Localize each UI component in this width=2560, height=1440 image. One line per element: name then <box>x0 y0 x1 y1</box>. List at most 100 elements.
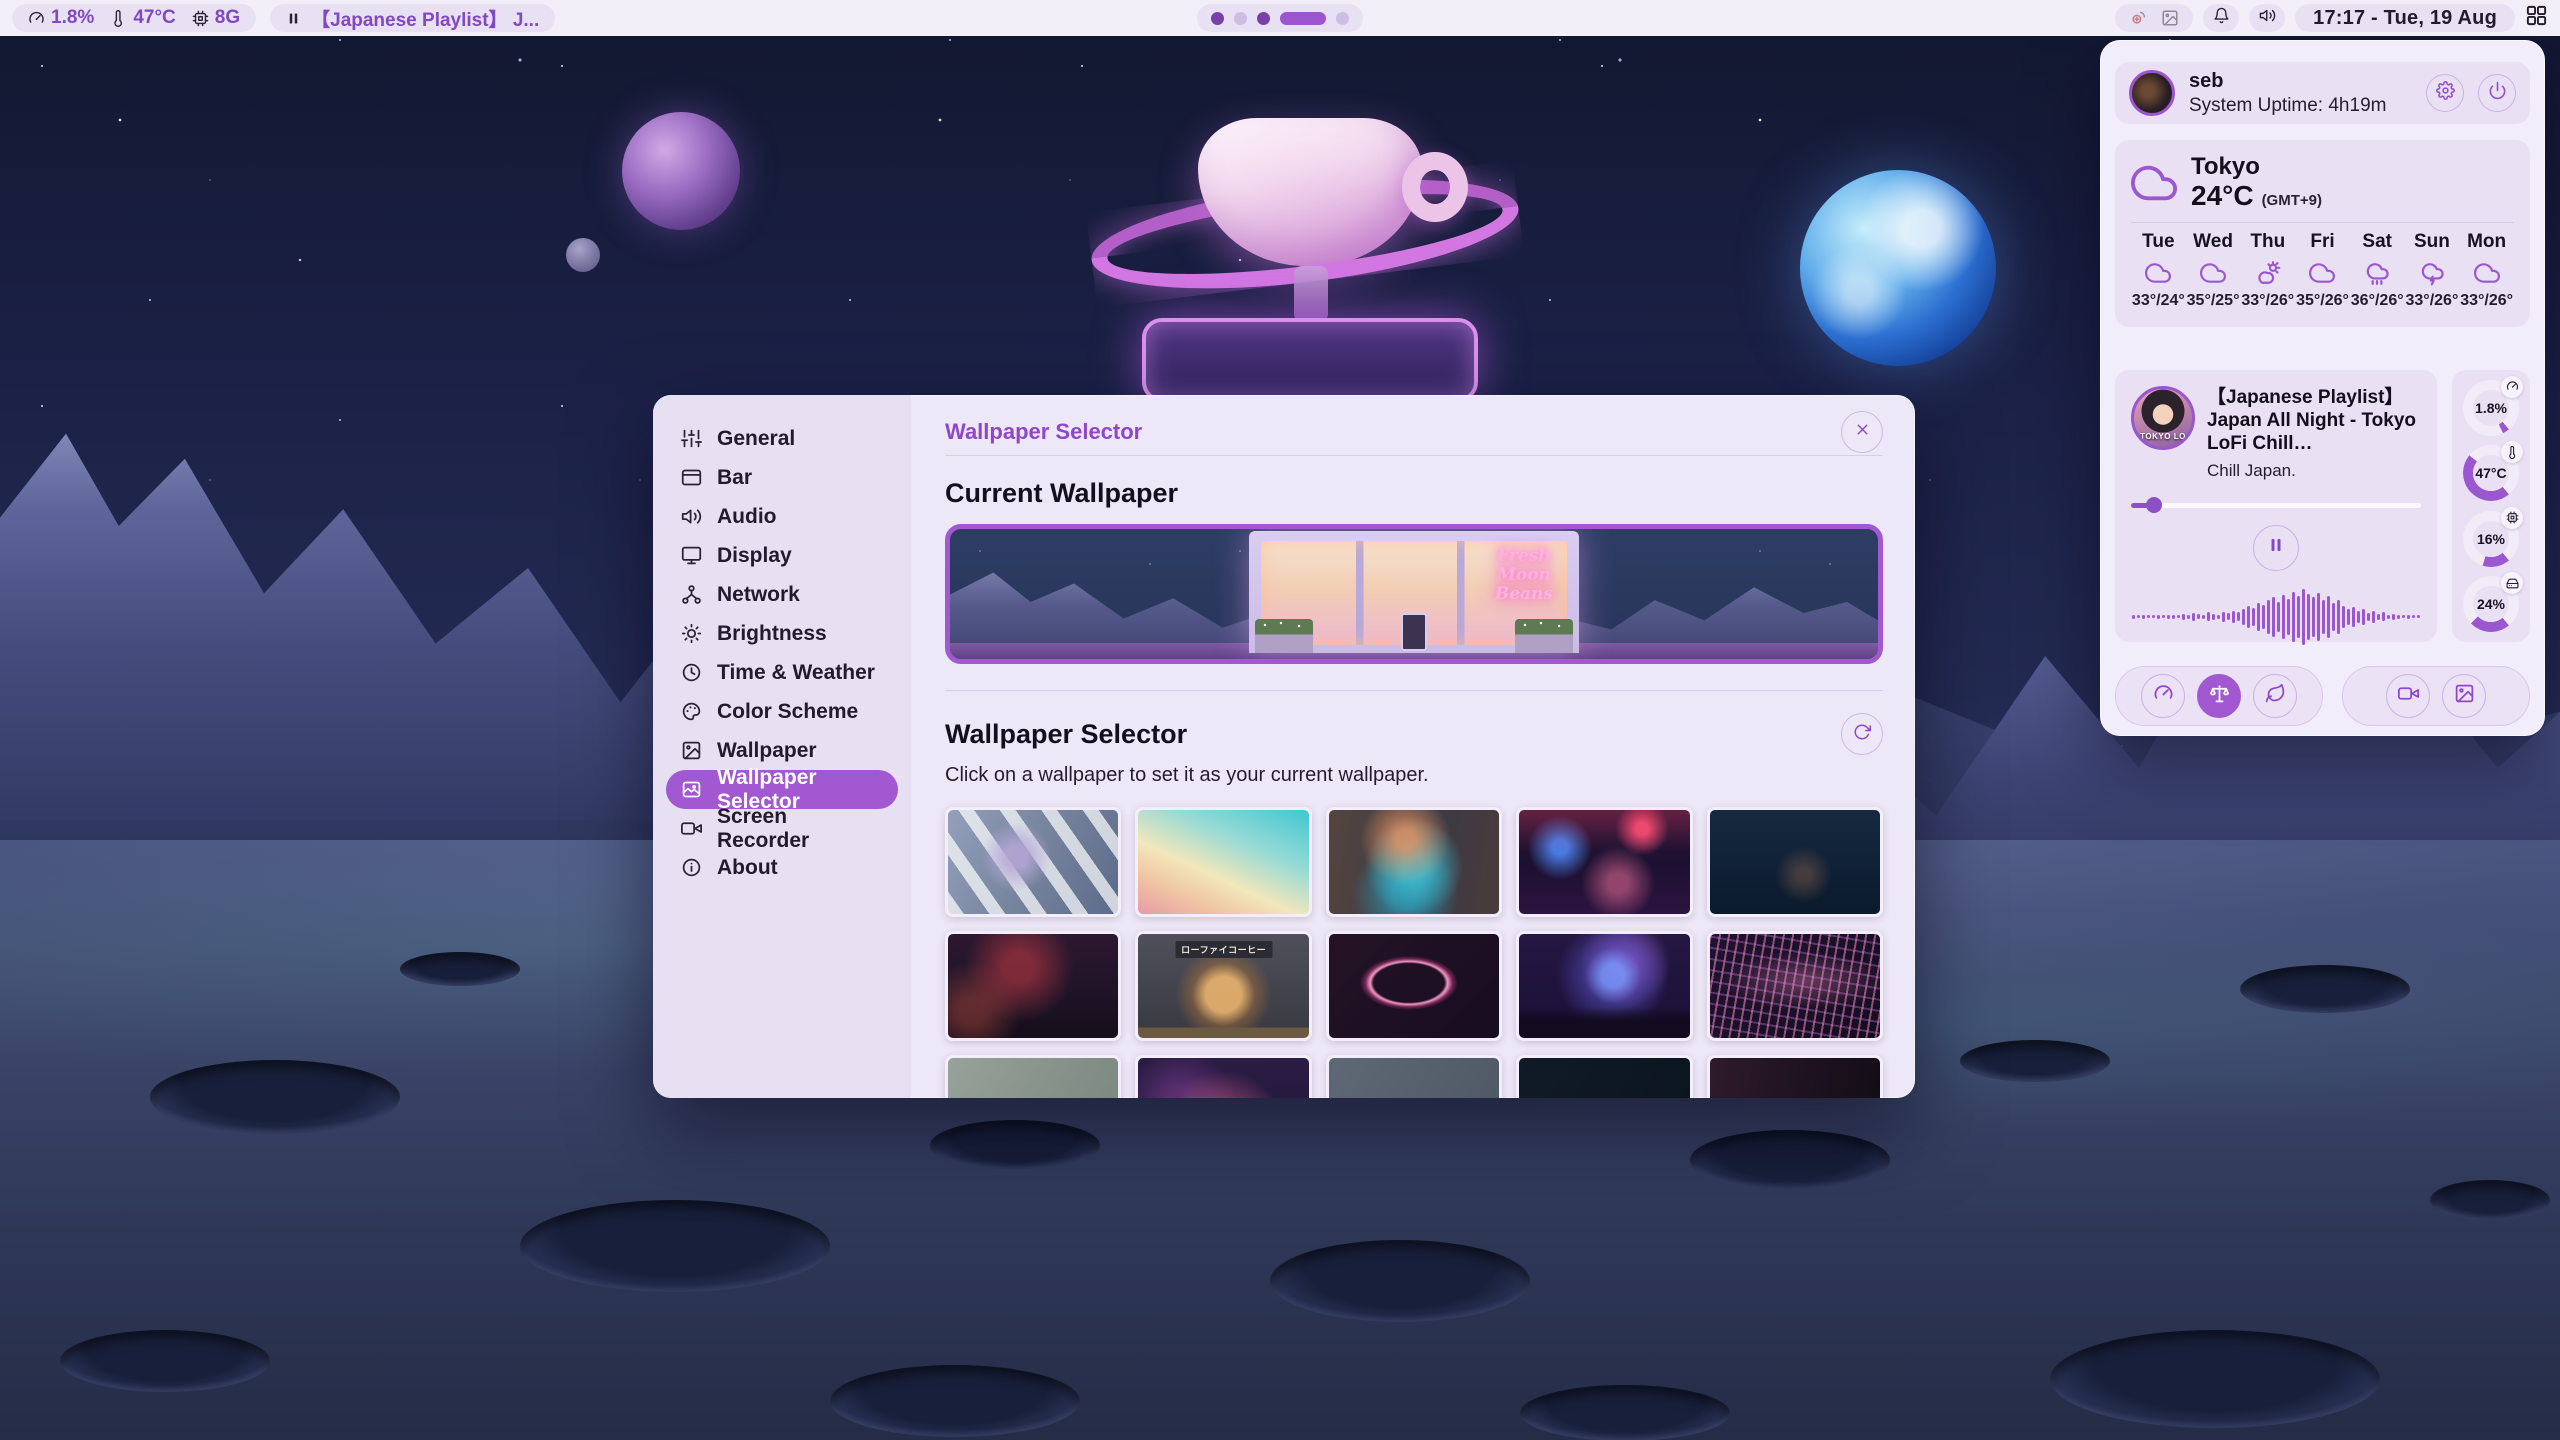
speaker-icon <box>2259 7 2276 29</box>
brightness-icon <box>681 623 702 644</box>
system-tray[interactable] <box>2115 4 2193 32</box>
gauge-icon <box>28 10 45 27</box>
sidebar-item-wallpaper-selector[interactable]: Wallpaper Selector <box>666 770 898 809</box>
balanced-button[interactable] <box>2197 674 2241 718</box>
wallpaper-thumb-neon-arcade[interactable] <box>1516 807 1692 917</box>
sidebar-item-time-weather[interactable]: Time & Weather <box>666 653 898 692</box>
clock-icon <box>681 662 702 683</box>
image-icon <box>681 740 702 761</box>
gauge-icon <box>2501 376 2523 398</box>
cpu-icon <box>192 10 209 27</box>
top-bar: 1.8%47°C8G 【Japanese Playlist】 J... 17:1… <box>0 0 2560 36</box>
pause-button[interactable] <box>2253 525 2299 571</box>
tray-app-icon[interactable] <box>2129 9 2147 27</box>
wallpaper-thumb-crimson-forest[interactable] <box>945 931 1121 1041</box>
weather-timezone: (GMT+9) <box>2262 192 2322 209</box>
sliders-icon <box>681 428 702 449</box>
settings-button[interactable] <box>2426 74 2464 112</box>
dashboard-panel: seb System Uptime: 4h19m Tokyo 24°C (GMT… <box>2100 40 2545 736</box>
desktop: 1.8%47°C8G 【Japanese Playlist】 J... 17:1… <box>0 0 2560 1440</box>
sidebar-item-wallpaper[interactable]: Wallpaper <box>666 731 898 770</box>
screen-record-button[interactable] <box>2386 674 2430 718</box>
sidebar-item-brightness[interactable]: Brightness <box>666 614 898 653</box>
info-icon <box>681 857 702 878</box>
weather-card: Tokyo 24°C (GMT+9) Tue33°/24°Wed35°/25°T… <box>2115 140 2530 327</box>
settings-sidebar: GeneralBarAudioDisplayNetworkBrightnessT… <box>653 395 911 1098</box>
wallpaper-selector-subtitle: Click on a wallpaper to set it as your c… <box>945 764 1883 787</box>
media-pill[interactable]: 【Japanese Playlist】 J... <box>270 4 555 32</box>
sidebar-item-about[interactable]: About <box>666 848 898 887</box>
dashboard-grid-icon <box>2525 4 2548 32</box>
tray-gallery-icon[interactable] <box>2161 9 2179 27</box>
saturn-coffee-cup <box>1090 90 1530 410</box>
preview-cafe: FreshMoonBeans <box>1249 531 1579 653</box>
media-pill-label: 【Japanese Playlist】 J... <box>311 5 539 32</box>
weather-forecast: Tue33°/24°Wed35°/25°Thu33°/26°Fri35°/26°… <box>2131 231 2514 310</box>
clock[interactable]: 17:17 - Tue, 19 Aug <box>2295 4 2515 32</box>
seek-thumb[interactable] <box>2146 497 2162 513</box>
gear-icon <box>2436 81 2455 105</box>
wallpaper-thumb-anime-crosswalk[interactable] <box>945 807 1121 917</box>
forecast-day-tue: Tue33°/24° <box>2131 231 2186 310</box>
wallpaper-thumb-sage-mist[interactable] <box>945 1055 1121 1098</box>
forecast-day-wed: Wed35°/25° <box>2186 231 2241 310</box>
sidebar-item-network[interactable]: Network <box>666 575 898 614</box>
sidebar-item-color-scheme[interactable]: Color Scheme <box>666 692 898 731</box>
cloud-sun-icon <box>2240 260 2295 286</box>
close-button[interactable] <box>1841 411 1883 453</box>
gauge-cpu-load: 1.8% <box>2463 380 2519 436</box>
pause-icon <box>2267 536 2285 559</box>
monitor-icon <box>681 545 702 566</box>
system-stats-pill[interactable]: 1.8%47°C8G <box>12 4 256 32</box>
wallpaper-thumb-lofi-coffee-shop[interactable]: ローファイコーヒー <box>1135 931 1311 1041</box>
power-saver-button[interactable] <box>2253 674 2297 718</box>
gauge-memory: 16% <box>2463 511 2519 567</box>
wallpaper-thumb-violet-eclipse[interactable] <box>1326 931 1502 1041</box>
workspace-dot-1[interactable] <box>1211 12 1224 25</box>
sidebar-item-audio[interactable]: Audio <box>666 497 898 536</box>
current-wallpaper-preview: FreshMoonBeans <box>945 524 1883 664</box>
workspace-dot-3[interactable] <box>1257 12 1270 25</box>
wallpaper-thumb-aurora-blur[interactable] <box>1326 807 1502 917</box>
app-window-icon <box>681 467 702 488</box>
wallpaper-thumb-night-castle[interactable] <box>1707 807 1883 917</box>
wallpaper-thumb-pastel-gradient[interactable] <box>1135 807 1311 917</box>
notifications-button[interactable] <box>2203 4 2239 32</box>
thermometer-icon <box>110 10 127 27</box>
sidebar-item-bar[interactable]: Bar <box>666 458 898 497</box>
glowing-sign <box>1142 318 1478 402</box>
wallpaper-thumb-coral-night[interactable] <box>1135 1055 1311 1098</box>
wallpaper-thumb-slate-mist[interactable] <box>1326 1055 1502 1098</box>
workspace-dot-4[interactable] <box>1280 12 1326 25</box>
workspace-dot-2[interactable] <box>1234 12 1247 25</box>
wallpaper-thumb-nebula-forest[interactable] <box>1516 931 1692 1041</box>
gauge-temperature: 47°C <box>2463 445 2519 501</box>
sidebar-item-display[interactable]: Display <box>666 536 898 575</box>
forecast-day-thu: Thu33°/26° <box>2240 231 2295 310</box>
volume-button[interactable] <box>2249 4 2285 32</box>
open-wallpapers-button[interactable] <box>2442 674 2486 718</box>
cloud-rain-icon <box>2350 260 2405 286</box>
user-card: seb System Uptime: 4h19m <box>2115 62 2530 124</box>
wallpaper-thumb-neon-mesh[interactable] <box>1707 931 1883 1041</box>
workspace-dot-5[interactable] <box>1336 12 1349 25</box>
quick-actions-group <box>2342 666 2530 726</box>
track-artist: Chill Japan. <box>2207 461 2421 481</box>
wallpaper-thumb-plum-shadow[interactable] <box>1707 1055 1883 1098</box>
pause-icon <box>286 11 301 26</box>
power-button[interactable] <box>2478 74 2516 112</box>
seek-slider[interactable] <box>2131 497 2421 513</box>
forecast-day-sat: Sat36°/26° <box>2350 231 2405 310</box>
wallpaper-thumb-midnight-navy[interactable] <box>1516 1055 1692 1098</box>
wallpaper-selector-heading: Wallpaper Selector <box>945 719 1187 750</box>
weather-city: Tokyo <box>2191 154 2322 180</box>
gauge-disk: 24% <box>2463 576 2519 632</box>
overview-button[interactable] <box>2525 4 2548 32</box>
sidebar-item-general[interactable]: General <box>666 419 898 458</box>
workspace-indicator[interactable] <box>1197 4 1363 32</box>
sidebar-item-screen-recorder[interactable]: Screen Recorder <box>666 809 898 848</box>
performance-button[interactable] <box>2141 674 2185 718</box>
refresh-button[interactable] <box>1841 713 1883 755</box>
settings-window: GeneralBarAudioDisplayNetworkBrightnessT… <box>653 395 1915 1098</box>
purple-planet <box>622 112 740 230</box>
